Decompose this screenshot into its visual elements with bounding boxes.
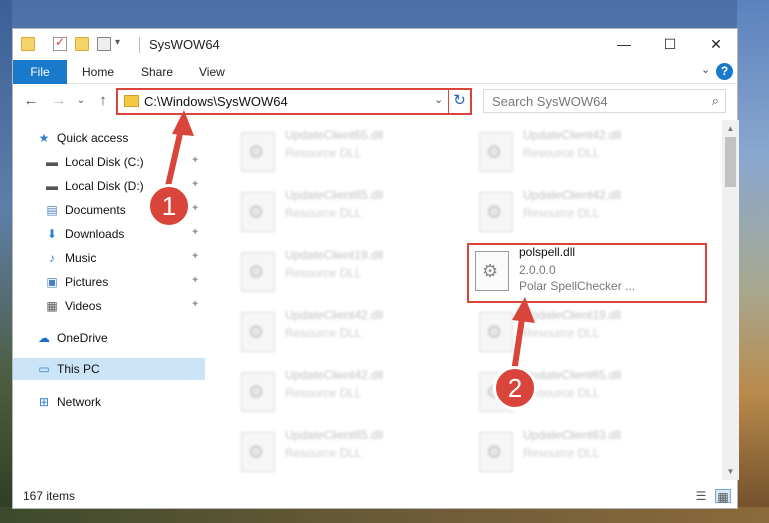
arrow-1-head: [172, 110, 194, 136]
arrow-2-head: [512, 297, 535, 323]
callout-step-1: 1: [147, 184, 191, 228]
callout-step-2: 2: [493, 366, 537, 410]
annotation-arrows: [165, 110, 535, 373]
